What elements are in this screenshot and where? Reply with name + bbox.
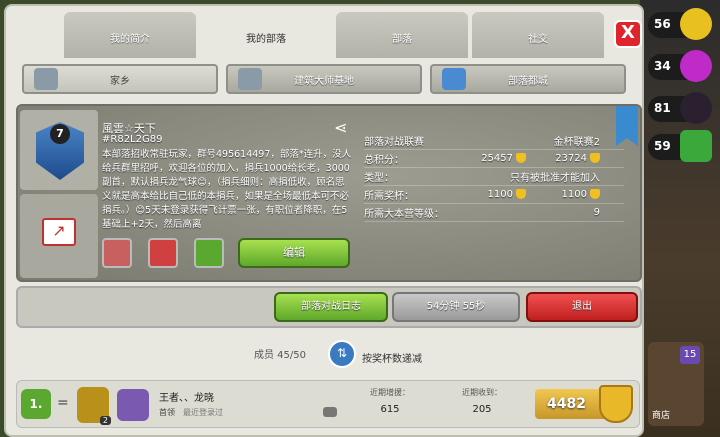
clan-tag: #R82L2G89 [102, 134, 163, 145]
edit-button[interactable]: 编辑 [238, 238, 350, 268]
clan-info-card: 7 ↗ 風雲☆天下 #R82L2G89 本部落招收常驻玩家，群号49561449… [16, 104, 642, 282]
tab-clans[interactable]: 部落 [336, 12, 468, 58]
received-column: 近期收到： 205 [462, 388, 502, 415]
subtab-clan-capital[interactable]: 部落都城 [430, 64, 626, 94]
tab-my-clan[interactable]: 我的部落 [200, 12, 332, 64]
share-icon[interactable]: ⋖ [334, 118, 347, 137]
crossed-axes-icon [238, 68, 262, 90]
rank-change: = [57, 395, 69, 411]
tab-social[interactable]: 社交 [472, 12, 604, 58]
subtab-builder-base[interactable]: 建筑大师基地 [226, 64, 422, 94]
shop-badge: 15 [680, 346, 700, 364]
crossed-swords-icon [442, 68, 466, 90]
townhall-icon: 2 [77, 387, 111, 425]
clan-description: 本部落招收常驻玩家，群号495614497，部落*连升，没人给兵群里招呼，欢迎各… [102, 149, 352, 230]
gold-counter: 56 [648, 8, 712, 40]
stat-row-required-trophies: 所需奖杯： 1100 1100 [364, 186, 624, 204]
member-rank: 1. [21, 389, 51, 419]
clan-stats-card[interactable]: ↗ [20, 194, 98, 278]
leave-clan-button[interactable]: 退出 [526, 292, 638, 322]
member-role: 首领 [159, 408, 175, 417]
trophy-icon [590, 153, 600, 163]
subtab-home-village[interactable]: 家乡 [22, 64, 218, 94]
war-preference-icon[interactable] [102, 238, 132, 268]
clan-stats-table: 部落对战联赛 金杯联赛2 总积分： 25457 23724 类型： 只有被批准才能加入 … [364, 132, 624, 222]
village-subtabs: 家乡 建筑大师基地 部落都城 [22, 64, 626, 94]
stat-row-points: 总积分： 25457 23724 [364, 150, 624, 168]
donated-column: 近期增援： 615 [370, 388, 410, 415]
dark-elixir-counter: 81 [648, 92, 712, 124]
trophy-icon [516, 189, 526, 199]
trophy-icon [599, 385, 633, 423]
shop-label: 商店 [652, 411, 671, 421]
sort-label[interactable]: 按奖杯数递减 [362, 350, 422, 365]
member-last-seen: 最近登录过 [183, 408, 223, 417]
elixir-counter: 34 [648, 50, 712, 82]
clan-games-icon[interactable] [194, 238, 224, 268]
clan-badge-card: 7 [20, 110, 98, 190]
chat-icon[interactable] [323, 407, 337, 417]
member-row[interactable]: 1. = 2 王者、、龙晓 首领 最近登录过 近期增援： 615 近期收到： 205… [16, 380, 640, 428]
tab-my-profile[interactable]: 我的简介 [64, 12, 196, 58]
stat-row-type: 类型： 只有被批准才能加入 [364, 168, 624, 186]
member-name: 王者、、龙晓 [159, 393, 214, 404]
chart-icon: ↗ [42, 218, 76, 246]
war-log-button[interactable]: 部落对战日志 [274, 292, 388, 322]
clan-perks-icon[interactable] [148, 238, 178, 268]
gem-counter: 59 [648, 130, 712, 162]
league-badge-icon [117, 389, 149, 421]
member-count: 成员 45/50 [254, 350, 306, 361]
clan-level: 7 [50, 124, 70, 144]
clan-actions-bar: 部落对战日志 54分钟 55秒 退出 [16, 286, 642, 328]
stat-row-required-townhall: 所需大本营等级： 9 [364, 204, 624, 222]
main-tabs: 我的简介 我的部落 部落 社交 [64, 12, 604, 64]
trophy-icon [590, 189, 600, 199]
close-button[interactable]: X [614, 20, 642, 48]
sort-icon[interactable]: ⇅ [328, 340, 356, 368]
trophy-icon [516, 153, 526, 163]
stat-row-war-league: 部落对战联赛 金杯联赛2 [364, 132, 624, 150]
sword-icon [34, 68, 58, 90]
clan-mail-cooldown-button[interactable]: 54分钟 55秒 [392, 292, 520, 322]
clan-panel: 我的简介 我的部落 部落 社交 X 家乡 建筑大师基地 部落都城 7 ↗ 風雲☆… [4, 4, 644, 437]
